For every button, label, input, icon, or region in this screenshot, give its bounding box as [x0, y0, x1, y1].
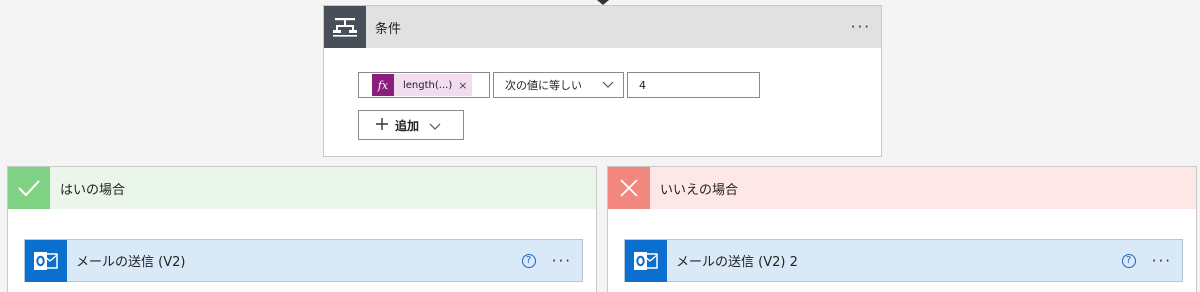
outlook-icon [625, 239, 667, 282]
send-email-action[interactable]: メールの送信 (V2) ? ··· [24, 239, 583, 282]
condition-value: 4 [639, 78, 646, 92]
condition-row: fx length(...) × 次の値に等しい 4 [358, 72, 760, 98]
condition-more-button[interactable]: ··· [851, 18, 871, 36]
checkmark-icon [8, 167, 50, 209]
close-icon [608, 167, 650, 209]
condition-icon [324, 6, 366, 48]
send-email-action-2[interactable]: メールの送信 (V2) 2 ? ··· [624, 239, 1183, 282]
condition-left-operand[interactable]: fx length(...) × [358, 72, 490, 98]
yes-branch-header[interactable]: はいの場合 [8, 167, 596, 209]
help-icon[interactable]: ? [521, 253, 536, 268]
add-button-label: 追加 [395, 118, 420, 133]
condition-title: 条件 [375, 21, 402, 37]
action-more-button[interactable]: ··· [552, 252, 572, 270]
chevron-down-icon [602, 79, 614, 92]
condition-header[interactable]: 条件 ··· [324, 6, 881, 48]
no-branch-header[interactable]: いいえの場合 [608, 167, 1196, 209]
operator-label: 次の値に等しい [505, 79, 582, 92]
fx-icon: fx [372, 74, 394, 96]
yes-branch-title: はいの場合 [60, 182, 126, 198]
action-title: メールの送信 (V2) [76, 255, 186, 270]
add-button[interactable]: 追加 [358, 110, 464, 140]
condition-value-input[interactable]: 4 [627, 72, 760, 98]
help-icon[interactable]: ? [1121, 253, 1136, 268]
no-branch: いいえの場合 メールの送信 (V2) 2 ? ··· [607, 166, 1197, 292]
condition-card: 条件 ··· fx length(...) × 次の値に等しい 4 追加 [323, 5, 882, 157]
expression-token[interactable]: fx length(...) × [372, 74, 473, 96]
action-more-button[interactable]: ··· [1152, 252, 1172, 270]
plus-icon [375, 116, 389, 135]
token-remove-button[interactable]: × [458, 79, 472, 92]
yes-branch: はいの場合 メールの送信 (V2) ? ··· [7, 166, 597, 292]
action-title: メールの送信 (V2) 2 [676, 255, 798, 270]
no-branch-title: いいえの場合 [660, 182, 739, 198]
operator-dropdown[interactable]: 次の値に等しい [493, 72, 624, 98]
expression-token-label: length(...) [403, 79, 453, 91]
chevron-down-icon [429, 116, 441, 135]
outlook-icon [25, 239, 67, 282]
